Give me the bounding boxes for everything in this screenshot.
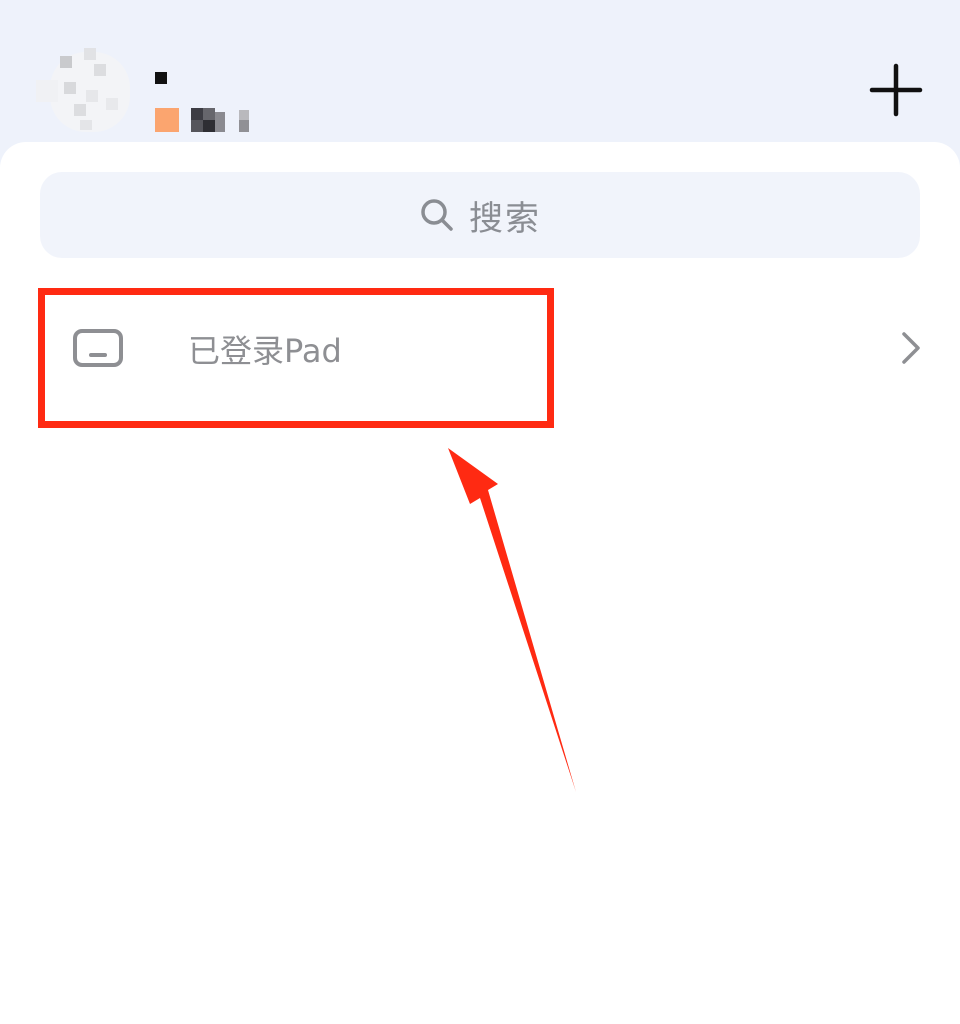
- add-button[interactable]: [866, 60, 926, 120]
- device-sheet: 搜索 已登录Pad: [0, 142, 960, 1024]
- avatar-placeholder-icon: [36, 48, 130, 132]
- device-row-label: 已登录Pad: [188, 332, 342, 370]
- header: [0, 0, 960, 150]
- device-row-pad[interactable]: 已登录Pad: [0, 292, 960, 404]
- user-status-redacted: [155, 108, 255, 132]
- tablet-icon: [72, 328, 124, 372]
- search-placeholder: 搜索: [469, 198, 541, 239]
- user-name-redacted: [155, 72, 167, 84]
- plus-icon: [869, 63, 923, 117]
- search-input[interactable]: 搜索: [40, 172, 920, 258]
- avatar[interactable]: [36, 42, 136, 134]
- chevron-right-icon: [898, 328, 924, 372]
- search-icon: [419, 197, 455, 233]
